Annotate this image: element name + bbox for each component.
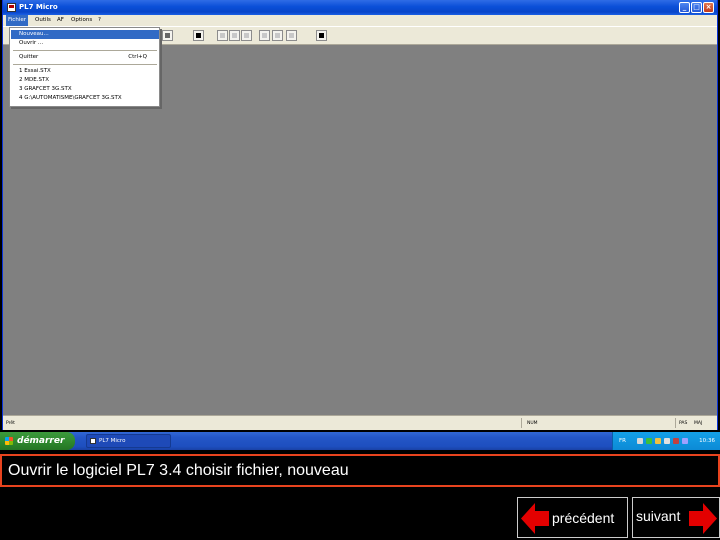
start-button[interactable]: démarrer — [0, 432, 75, 450]
menu-item-label: 2 MDE.STX — [19, 77, 50, 83]
previous-label: précédent — [552, 510, 615, 526]
menu-af[interactable]: AF — [55, 15, 66, 26]
language-indicator[interactable]: FR — [619, 432, 626, 450]
menu-item-label: Ouvrir ... — [19, 40, 44, 46]
start-label: démarrer — [17, 436, 65, 446]
next-label: suivant — [636, 508, 681, 524]
next-button[interactable]: suivant — [632, 497, 720, 538]
status-num: NUM — [527, 421, 538, 426]
caption-box: Ouvrir le logiciel PL7 3.4 choisir fichi… — [0, 454, 720, 487]
app-icon[interactable] — [7, 3, 16, 12]
display-tray-icon[interactable] — [664, 438, 670, 444]
minimize-button[interactable]: _ — [679, 2, 690, 13]
maximize-button[interactable]: □ — [691, 2, 702, 13]
previous-button[interactable]: précédent — [517, 497, 628, 538]
screenshot: PL7 Micro _ □ × Fichier Outils AF Option… — [0, 0, 720, 452]
print-icon[interactable] — [259, 30, 270, 41]
alert-tray-icon[interactable] — [673, 438, 679, 444]
grid-icon[interactable] — [241, 30, 252, 41]
menu-separator — [13, 50, 157, 51]
taskbar-app-button[interactable]: PL7 Micro — [86, 434, 171, 448]
menu-options[interactable]: Options — [69, 15, 94, 26]
volume-tray-icon[interactable] — [655, 438, 661, 444]
menu-item-label: Nouveau... — [19, 31, 49, 37]
arrow-right-icon — [689, 503, 717, 534]
list-icon[interactable] — [217, 30, 228, 41]
caption-text: Ouvrir le logiciel PL7 3.4 choisir fichi… — [8, 462, 349, 479]
menu-item-recent-3[interactable]: 3 GRAFCET 3G.STX — [11, 85, 159, 94]
menu-item-recent-2[interactable]: 2 MDE.STX — [11, 76, 159, 85]
menu-item-recent-1[interactable]: 1 Essai.STX — [11, 67, 159, 76]
menu-outils[interactable]: Outils — [33, 15, 53, 26]
arrow-left-icon — [521, 503, 549, 534]
window-controls: _ □ × — [679, 2, 714, 13]
network-icon[interactable] — [162, 30, 173, 41]
close-button[interactable]: × — [703, 2, 714, 13]
menu-item-shortcut: Ctrl+Q — [128, 54, 147, 60]
taskbar-app-label: PL7 Micro — [99, 438, 126, 444]
status-bar: Prêt NUM PAS MAJ — [3, 415, 717, 430]
taskbar: démarrer PL7 Micro FR 10:36 — [0, 432, 720, 450]
tree-icon[interactable] — [229, 30, 240, 41]
menu-item-ouvrir[interactable]: Ouvrir ... — [11, 39, 159, 48]
window-icon[interactable] — [272, 30, 283, 41]
app-icon — [90, 438, 96, 444]
app-window: PL7 Micro _ □ × Fichier Outils AF Option… — [2, 0, 718, 430]
status-separator — [675, 418, 676, 428]
status-ready: Prêt — [6, 421, 15, 426]
menu-item-nouveau[interactable]: Nouveau... — [11, 30, 159, 39]
menu-item-recent-4[interactable]: 4 G:\AUTOMATISME\GRAFCET 3G.STX — [11, 94, 159, 103]
title-bar[interactable]: PL7 Micro _ □ × — [3, 0, 717, 15]
menu-item-label: Quitter — [19, 54, 39, 60]
menu-fichier[interactable]: Fichier — [6, 15, 28, 26]
windows-logo-icon — [5, 437, 13, 445]
menu-item-quitter[interactable]: Quitter Ctrl+Q — [11, 53, 159, 62]
menu-item-label: 3 GRAFCET 3G.STX — [19, 86, 72, 92]
menu-separator — [13, 64, 157, 65]
menu-help[interactable]: ? — [96, 15, 103, 26]
clock[interactable]: 10:36 — [699, 432, 715, 450]
system-tray: FR 10:36 — [612, 432, 720, 450]
book-icon[interactable] — [193, 30, 204, 41]
status-pas: PAS — [679, 421, 688, 426]
shield-tray-icon[interactable] — [646, 438, 652, 444]
help-cursor-icon[interactable] — [316, 30, 327, 41]
network-tray-icon[interactable] — [637, 438, 643, 444]
app-tray-icon[interactable] — [682, 438, 688, 444]
status-separator — [521, 418, 522, 428]
status-maj: MAJ — [694, 421, 703, 426]
menu-item-label: 1 Essai.STX — [19, 68, 51, 74]
menu-bar: Fichier Outils AF Options ? — [3, 15, 717, 26]
window2-icon[interactable] — [286, 30, 297, 41]
fichier-dropdown: Nouveau... Ouvrir ... Quitter Ctrl+Q 1 E… — [9, 27, 160, 107]
window-title: PL7 Micro — [19, 3, 58, 11]
menu-item-label: 4 G:\AUTOMATISME\GRAFCET 3G.STX — [19, 95, 122, 101]
